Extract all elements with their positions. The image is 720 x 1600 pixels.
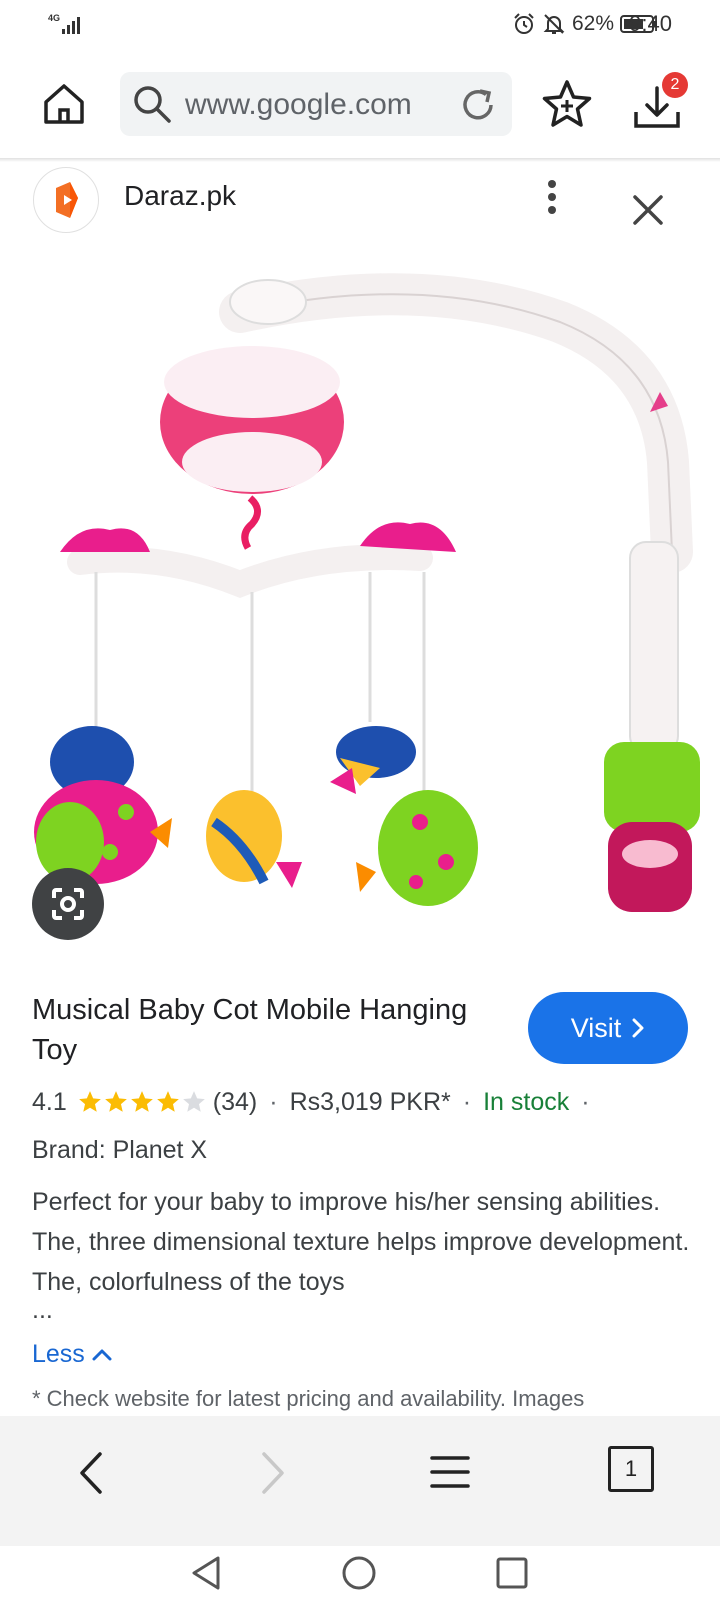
browser-bottom-bar: 1 <box>0 1416 720 1546</box>
sys-recent-icon[interactable] <box>494 1554 530 1592</box>
chevron-right-icon <box>632 1018 644 1038</box>
forward-icon[interactable] <box>252 1446 292 1500</box>
close-icon[interactable] <box>630 192 666 228</box>
url-bar[interactable]: www.google.com <box>120 72 512 136</box>
reload-icon[interactable] <box>458 85 498 125</box>
alarm-icon <box>514 13 534 34</box>
star-filled-icon <box>104 1091 127 1112</box>
tabs-icon[interactable]: 1 <box>608 1446 654 1492</box>
download-badge: 2 <box>662 72 688 98</box>
lens-icon[interactable] <box>32 868 104 940</box>
brand: Brand: Planet X <box>32 1136 208 1164</box>
chevron-up-icon <box>92 1349 112 1360</box>
status-bar: 4G 62% 9:40 <box>0 0 720 50</box>
more-vert-icon[interactable] <box>536 178 568 218</box>
star-filled-icon <box>156 1091 179 1112</box>
signal-icon: 4G <box>48 12 84 36</box>
mute-icon <box>543 14 565 34</box>
description-ellipsis: ... <box>32 1296 53 1324</box>
rating-value: 4.1 <box>32 1087 67 1116</box>
visit-button[interactable]: Visit <box>528 992 688 1064</box>
battery-percent: 62% <box>571 12 614 35</box>
back-icon[interactable] <box>72 1446 112 1500</box>
star-empty-icon <box>182 1091 205 1112</box>
star-icon[interactable] <box>540 78 594 132</box>
less-label: Less <box>32 1340 85 1368</box>
url-text: www.google.com <box>185 88 412 121</box>
product-title: Musical Baby Cot Mobile Hanging Toy <box>32 994 468 1066</box>
menu-icon[interactable] <box>428 1450 472 1494</box>
price: Rs3,019 PKR* <box>289 1087 451 1116</box>
source-header: Daraz.pk <box>0 162 720 242</box>
separator-dot: · <box>462 1087 472 1116</box>
rating-stars <box>77 1089 207 1115</box>
separator-dot: · <box>269 1087 278 1116</box>
less-link[interactable]: Less <box>32 1340 113 1369</box>
daraz-logo[interactable] <box>33 167 99 233</box>
system-nav-bar <box>0 1546 720 1600</box>
rating-price-row: 4.1 (34) · Rs3,019 PKR* · In stock · <box>32 1082 692 1122</box>
availability: In stock <box>483 1087 570 1116</box>
clock: 9:40 <box>629 11 672 36</box>
visit-label: Visit <box>570 1012 622 1043</box>
disclaimer: * Check website for latest pricing and a… <box>32 1386 585 1411</box>
sys-home-icon[interactable] <box>340 1554 378 1592</box>
star-filled-icon <box>78 1091 101 1112</box>
product-image[interactable] <box>0 262 720 942</box>
home-icon[interactable] <box>40 80 88 128</box>
star-filled-icon <box>130 1091 153 1112</box>
description: Perfect for your baby to improve his/her… <box>32 1188 690 1296</box>
search-icon <box>134 86 171 123</box>
sys-back-icon[interactable] <box>188 1554 224 1592</box>
browser-toolbar: www.google.com <box>0 64 720 148</box>
source-name[interactable]: Daraz.pk <box>124 180 236 212</box>
review-count[interactable]: (34) <box>213 1088 257 1117</box>
separator-dot: · <box>581 1087 590 1116</box>
